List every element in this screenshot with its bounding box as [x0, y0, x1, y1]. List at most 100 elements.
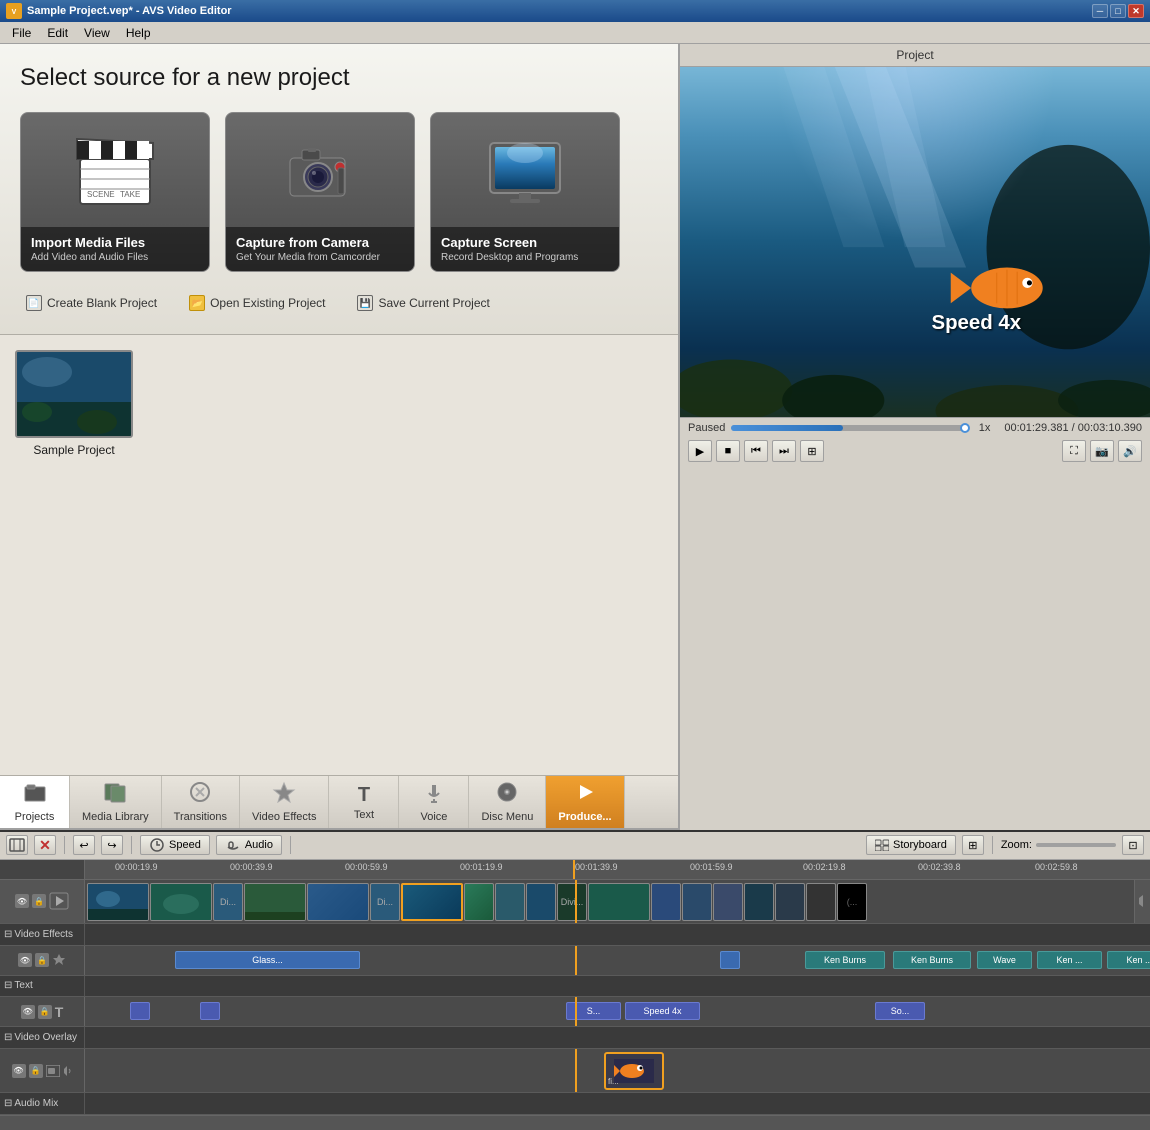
tab-transitions[interactable]: Transitions [162, 776, 240, 828]
save-doc-icon: 💾 [357, 295, 373, 311]
text-clip-speed4x[interactable]: Speed 4x [625, 1002, 700, 1020]
video-clip-16[interactable] [775, 883, 805, 921]
prev-button[interactable]: ⏮ [744, 440, 768, 462]
frame-button[interactable]: ⊞ [800, 440, 824, 462]
timeline-undo-button[interactable]: ↩ [73, 835, 95, 855]
sample-project-thumb[interactable]: Sample Project [15, 350, 133, 457]
video-effects-track-label: 👁 🔒 [0, 946, 85, 975]
ruler-tick-4: 00:01:39.9 [575, 862, 618, 872]
open-existing-project-button[interactable]: 📂 Open Existing Project [183, 292, 331, 314]
tab-projects[interactable]: Projects [0, 776, 70, 828]
video-effects-header: ⊟ Video Effects [0, 924, 1150, 946]
text-clip-so[interactable]: So... [875, 1002, 925, 1020]
video-clip-13[interactable] [682, 883, 712, 921]
fit-timeline-button[interactable]: ⊡ [1122, 835, 1144, 855]
snapshot-button[interactable]: 📷 [1090, 440, 1114, 462]
text-clip-small-1[interactable] [130, 1002, 150, 1020]
playhead[interactable] [573, 860, 575, 879]
voice-icon [422, 781, 446, 809]
menu-edit[interactable]: Edit [39, 24, 76, 42]
menu-help[interactable]: Help [118, 24, 159, 42]
fullscreen-button[interactable]: ⛶ [1062, 440, 1086, 462]
text-clip-small-2[interactable] [200, 1002, 220, 1020]
stop-button[interactable]: ■ [716, 440, 740, 462]
zoom-slider[interactable] [1036, 843, 1116, 847]
timeline-delete-button[interactable]: ✕ [34, 835, 56, 855]
play-button[interactable]: ▶ [688, 440, 712, 462]
capture-screen-card[interactable]: Capture Screen Record Desktop and Progra… [430, 112, 620, 272]
text-collapse-icon[interactable]: ⊟ [4, 980, 12, 991]
fx-clip-glass[interactable]: Glass... [175, 951, 360, 969]
tab-text[interactable]: T Text [329, 776, 399, 828]
video-clip-2[interactable] [150, 883, 212, 921]
vo-audio-icon [63, 1066, 73, 1076]
menu-bar: File Edit View Help [0, 22, 1150, 44]
right-panel: Project [680, 44, 1150, 830]
timeline-clip-button[interactable] [6, 835, 28, 855]
zoom-section: Zoom: [1001, 839, 1116, 851]
fx-clip-small-1[interactable] [720, 951, 740, 969]
timeline-scrollbar[interactable] [0, 1115, 1150, 1130]
video-lock-btn[interactable]: 🔒 [32, 894, 46, 908]
total-time: 00:03:10.390 [1078, 422, 1142, 434]
fx-clip-ken-burns-2[interactable]: Ken Burns [893, 951, 971, 969]
save-current-project-button[interactable]: 💾 Save Current Project [351, 292, 495, 314]
fx-clip-ken-4[interactable]: Ken ... [1107, 951, 1150, 969]
timeline-redo-button[interactable]: ↪ [101, 835, 123, 855]
video-overlay-clip[interactable]: fi... [604, 1052, 664, 1090]
save-current-label: Save Current Project [378, 296, 489, 310]
tab-produce[interactable]: Produce... [546, 776, 624, 828]
video-clip-7[interactable] [401, 883, 463, 921]
seek-bar[interactable] [731, 425, 964, 431]
video-clip-6[interactable]: Di... [370, 883, 400, 921]
video-clip-4[interactable] [244, 883, 306, 921]
video-clip-3[interactable]: Di... [213, 883, 243, 921]
video-clip-10[interactable] [526, 883, 556, 921]
text-lock-btn[interactable]: 🔒 [38, 1005, 52, 1019]
video-clip-17[interactable] [806, 883, 836, 921]
close-button[interactable]: ✕ [1128, 4, 1144, 18]
ve-eye-btn[interactable]: 👁 [18, 953, 32, 967]
video-clip-5[interactable] [307, 883, 369, 921]
volume-button[interactable]: 🔊 [1118, 440, 1142, 462]
fx-clip-ken-burns-1[interactable]: Ken Burns [805, 951, 885, 969]
video-clip-divi[interactable]: Divi... [557, 883, 587, 921]
video-clip-8[interactable] [464, 883, 494, 921]
next-button[interactable]: ⏭ [772, 440, 796, 462]
import-media-label: Import Media Files Add Video and Audio F… [21, 227, 209, 271]
tab-voice[interactable]: Voice [399, 776, 469, 828]
capture-camera-card[interactable]: Capture from Camera Get Your Media from … [225, 112, 415, 272]
fx-clip-wave[interactable]: Wave [977, 951, 1032, 969]
playback-status-text: Paused [688, 422, 725, 434]
video-clip-11[interactable] [588, 883, 650, 921]
video-clip-15[interactable] [744, 883, 774, 921]
video-clip-9[interactable] [495, 883, 525, 921]
am-collapse-icon[interactable]: ⊟ [4, 1098, 12, 1109]
vo-lock-btn[interactable]: 🔒 [29, 1064, 43, 1078]
menu-file[interactable]: File [4, 24, 39, 42]
video-clip-12[interactable] [651, 883, 681, 921]
ve-lock-btn[interactable]: 🔒 [35, 953, 49, 967]
text-eye-btn[interactable]: 👁 [21, 1005, 35, 1019]
tab-media-library[interactable]: Media Library [70, 776, 162, 828]
speed-mode-button[interactable]: Speed [140, 835, 210, 855]
timeline-view-toggle[interactable]: ⊞ [962, 835, 984, 855]
video-clip-1[interactable] [87, 883, 149, 921]
storyboard-button[interactable]: Storyboard [866, 835, 956, 855]
video-clip-14[interactable] [713, 883, 743, 921]
fx-clip-ken-3[interactable]: Ken ... [1037, 951, 1102, 969]
tab-disc-menu[interactable]: Disc Menu [469, 776, 546, 828]
tab-video-effects[interactable]: Video Effects [240, 776, 329, 828]
vo-collapse-icon[interactable]: ⊟ [4, 1032, 12, 1043]
seek-fill [731, 425, 843, 431]
vo-eye-btn[interactable]: 👁 [12, 1064, 26, 1078]
create-blank-project-button[interactable]: 📄 Create Blank Project [20, 292, 163, 314]
audio-mode-button[interactable]: Audio [216, 835, 282, 855]
video-eye-btn[interactable]: 👁 [15, 894, 29, 908]
video-clip-18[interactable]: (... [837, 883, 867, 921]
menu-view[interactable]: View [76, 24, 118, 42]
minimize-button[interactable]: ─ [1092, 4, 1108, 18]
import-media-card[interactable]: SCENE TAKE Import M [20, 112, 210, 272]
ve-collapse-icon[interactable]: ⊟ [4, 929, 12, 940]
maximize-button[interactable]: □ [1110, 4, 1126, 18]
